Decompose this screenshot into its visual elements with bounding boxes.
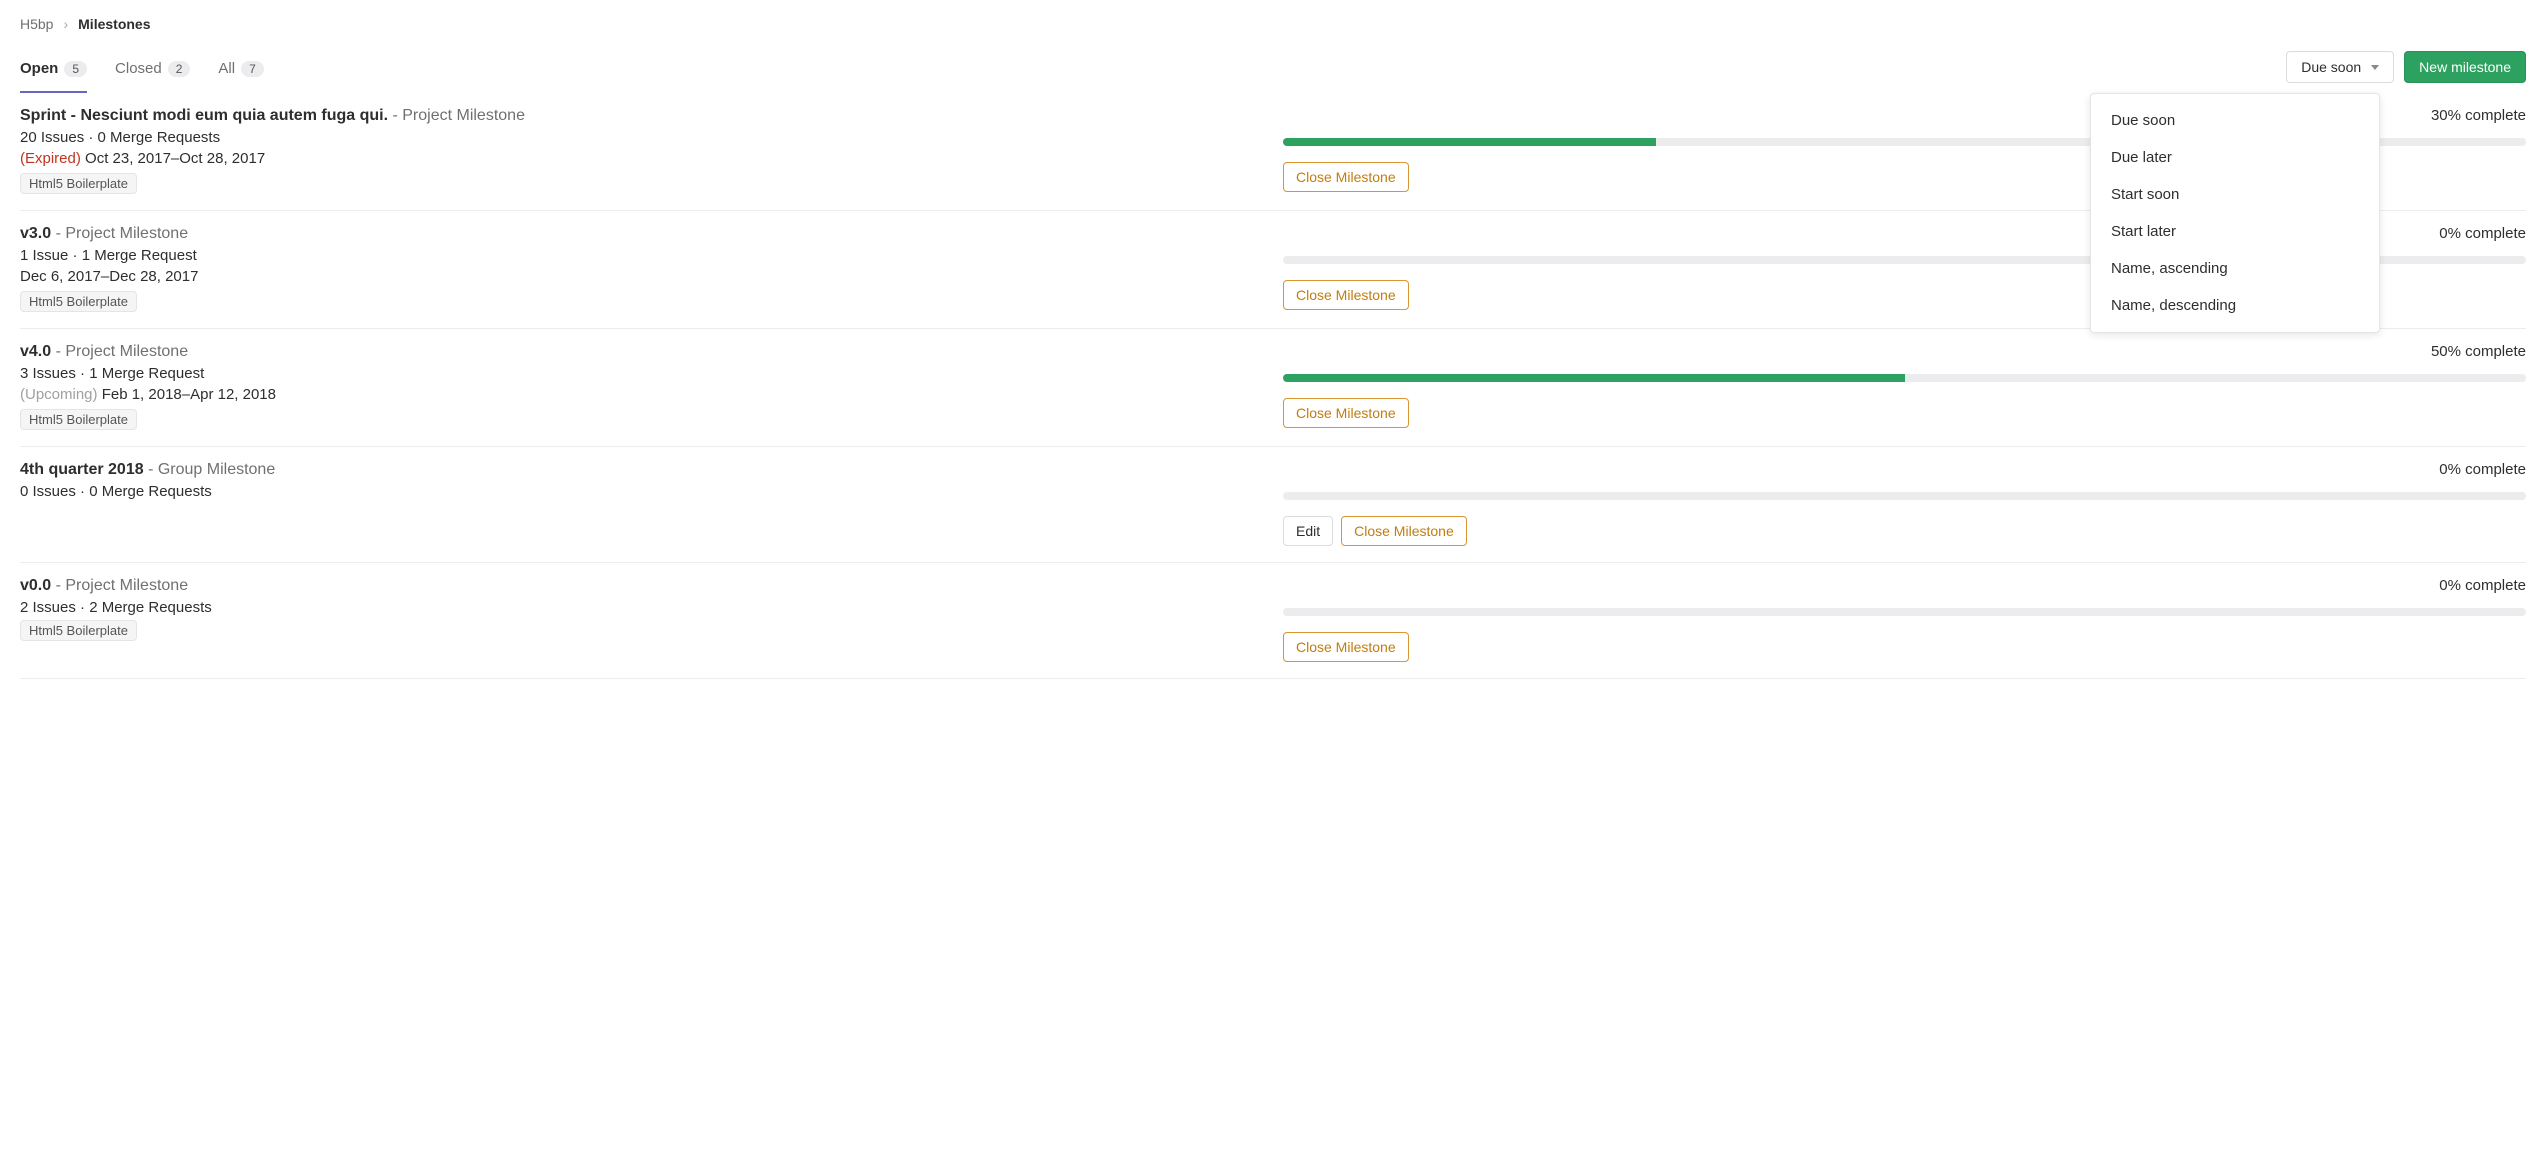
milestone-row: v0.0 - Project Milestone 2 Issues · 2 Mer…: [20, 563, 2526, 679]
breadcrumb-current: Milestones: [78, 16, 150, 32]
milestone-status: (Upcoming): [20, 386, 102, 403]
project-badge[interactable]: Html5 Boilerplate: [20, 620, 137, 641]
milestone-title[interactable]: Sprint - Nesciunt modi eum quia autem fu…: [20, 107, 392, 124]
sort-dropdown-button[interactable]: Due soon: [2286, 51, 2394, 83]
tab-label: All: [218, 60, 235, 77]
progress-bar: [1283, 374, 2526, 382]
milestone-type: - Project Milestone: [56, 343, 189, 360]
milestone-dates: (Upcoming) Feb 1, 2018–Apr 12, 2018: [20, 386, 1263, 403]
progress-bar: [1283, 492, 2526, 500]
tab-count: 7: [241, 61, 264, 77]
milestone-title[interactable]: v3.0: [20, 225, 56, 242]
sort-option[interactable]: Name, ascending: [2091, 250, 2379, 287]
milestone-title[interactable]: v4.0: [20, 343, 56, 360]
milestone-meta: 2 Issues · 2 Merge Requests: [20, 599, 1263, 616]
sort-option[interactable]: Start soon: [2091, 176, 2379, 213]
milestone-title[interactable]: 4th quarter 2018: [20, 461, 148, 478]
project-badge[interactable]: Html5 Boilerplate: [20, 291, 137, 312]
milestone-title[interactable]: v0.0: [20, 577, 56, 594]
close-milestone-button[interactable]: Close Milestone: [1283, 632, 1409, 662]
milestone-row: v4.0 - Project Milestone 3 Issues · 1 Mer…: [20, 329, 2526, 447]
sort-selected-label: Due soon: [2301, 59, 2361, 75]
tab-label: Closed: [115, 60, 162, 77]
progress-bar: [1283, 608, 2526, 616]
close-milestone-button[interactable]: Close Milestone: [1341, 516, 1467, 546]
milestone-type: - Group Milestone: [148, 461, 275, 478]
milestone-dates: (Expired) Oct 23, 2017–Oct 28, 2017: [20, 150, 1263, 167]
sort-dropdown-menu: Due soonDue laterStart soonStart laterNa…: [2090, 93, 2380, 333]
milestone-status: (Expired): [20, 150, 85, 167]
tab-label: Open: [20, 60, 58, 77]
sort-option[interactable]: Name, descending: [2091, 287, 2379, 324]
milestone-meta: 20 Issues · 0 Merge Requests: [20, 129, 1263, 146]
milestone-dates: Dec 6, 2017–Dec 28, 2017: [20, 268, 1263, 285]
milestone-type: - Project Milestone: [56, 577, 189, 594]
edit-button[interactable]: Edit: [1283, 516, 1333, 546]
filter-tabs: Open 5 Closed 2 All 7: [20, 48, 264, 93]
milestone-meta: 1 Issue · 1 Merge Request: [20, 247, 1263, 264]
tab-count: 5: [64, 61, 87, 77]
sort-option[interactable]: Start later: [2091, 213, 2379, 250]
milestone-type: - Project Milestone: [392, 107, 525, 124]
milestone-meta: 0 Issues · 0 Merge Requests: [20, 483, 1263, 500]
breadcrumb-root[interactable]: H5bp: [20, 16, 53, 32]
percent-complete: 50% complete: [1283, 343, 2526, 360]
breadcrumb: H5bp › Milestones: [20, 16, 2526, 32]
sort-option[interactable]: Due later: [2091, 139, 2379, 176]
percent-complete: 0% complete: [1283, 461, 2526, 478]
close-milestone-button[interactable]: Close Milestone: [1283, 280, 1409, 310]
milestone-row: 4th quarter 2018 - Group Milestone 0 Issu…: [20, 447, 2526, 563]
close-milestone-button[interactable]: Close Milestone: [1283, 162, 1409, 192]
sort-option[interactable]: Due soon: [2091, 102, 2379, 139]
milestone-type: - Project Milestone: [56, 225, 189, 242]
tab-all[interactable]: All 7: [218, 48, 263, 93]
chevron-down-icon: [2371, 65, 2379, 70]
milestone-meta: 3 Issues · 1 Merge Request: [20, 365, 1263, 382]
tab-count: 2: [168, 61, 191, 77]
percent-complete: 0% complete: [1283, 577, 2526, 594]
tab-closed[interactable]: Closed 2: [115, 48, 190, 93]
chevron-right-icon: ›: [63, 16, 68, 32]
close-milestone-button[interactable]: Close Milestone: [1283, 398, 1409, 428]
project-badge[interactable]: Html5 Boilerplate: [20, 173, 137, 194]
project-badge[interactable]: Html5 Boilerplate: [20, 409, 137, 430]
new-milestone-button[interactable]: New milestone: [2404, 51, 2526, 83]
tab-open[interactable]: Open 5: [20, 48, 87, 93]
